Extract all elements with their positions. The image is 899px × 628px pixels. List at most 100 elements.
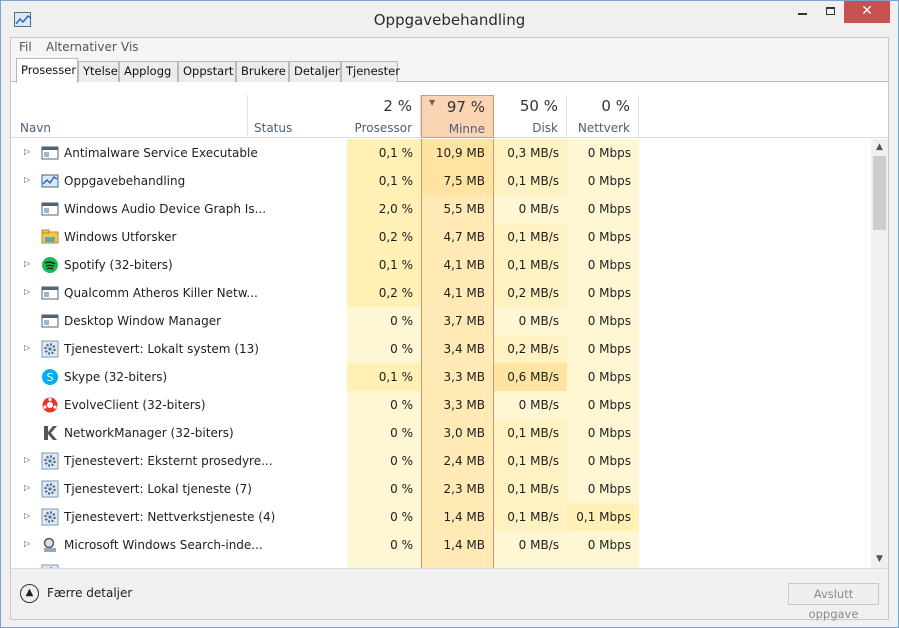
tab-app-history[interactable]: Applogg [119,61,178,82]
process-name: Microsoft Windows Search-inde... [64,538,263,552]
cpu-total: 2 % [383,97,412,115]
cpu-value: 0 % [347,307,421,335]
service-gear-icon [41,452,59,470]
app-window-icon [41,144,59,162]
task-manager-icon [41,172,59,190]
cpu-value: 0,2 % [347,279,421,307]
memory-value: 3,3 MB [421,391,494,419]
expand-chevron-icon[interactable]: ▷ [24,287,30,296]
client-area: Fil Alternativer Vis Prosesser Ytelse Ap… [10,37,889,621]
expand-chevron-icon[interactable]: ▷ [24,343,30,352]
network-value: 0 Mbps [567,447,639,475]
process-name: EvolveClient (32-biters) [64,398,206,412]
column-cpu[interactable]: 2 % Prosessor [347,95,421,138]
menu-file[interactable]: Fil [19,40,32,54]
memory-value: 4,1 MB [421,251,494,279]
process-row[interactable]: ▷ Tjenestevert: Lokal tjeneste (7) 0 % 2,3 … [11,475,871,503]
scroll-up-icon[interactable]: ▲ [871,139,888,156]
cpu-value: 0,1 % [347,167,421,195]
network-total: 0 % [601,97,630,115]
expand-chevron-icon[interactable]: ▷ [24,259,30,268]
process-row[interactable]: Windows Utforsker 0,2 % 4,7 MB 0,1 MB/s 0 Mb… [11,223,871,251]
process-row[interactable]: ▷ Qualcomm Atheros Killer Netw... 0,2 % 4,1… [11,279,871,307]
process-row[interactable]: ▷ Microsoft Windows Search-inde... 0 % 1,4 … [11,531,871,559]
column-network[interactable]: 0 % Nettverk [567,95,639,138]
expand-chevron-icon[interactable]: ▷ [24,175,30,184]
process-row[interactable]: ▷ Oppgavebehandling 0,1 % 7,5 MB 0,1 MB/s 0 M… [11,167,871,195]
chevron-up-icon[interactable]: ▲ [20,584,39,603]
tab-performance[interactable]: Ytelse [78,61,119,82]
fewer-details-link[interactable]: Færre detaljer [47,586,132,600]
process-row[interactable]: ▷ Tjenestevert: Nettverkstjeneste (4) 0 % 1… [11,503,871,531]
network-value: 0 Mbps [567,363,639,391]
disk-value: 0,3 MB/s [494,139,567,167]
minimize-button[interactable] [788,1,816,23]
process-row[interactable]: Windows Audio Device Graph Is... 2,0 % 5,5… [11,195,871,223]
memory-value: 4,1 MB [421,279,494,307]
network-value: 0,1 Mbps [567,503,639,531]
network-value: 0 Mbps [567,251,639,279]
menu-options[interactable]: Alternativer [46,40,117,54]
menu-view[interactable]: Vis [121,40,139,54]
memory-value: 5,5 MB [421,195,494,223]
app-window-icon [41,284,59,302]
process-row[interactable]: NetworkManager (32-biters) 0 % 3,0 MB 0,1 M… [11,419,871,447]
column-memory[interactable]: ▼ 97 % Minne [421,95,494,138]
column-status[interactable]: Status [254,121,292,135]
evolve-icon [41,396,59,414]
process-name: Spotify (32-biters) [64,258,173,272]
network-value: 0 Mbps [567,531,639,559]
process-name: NetworkManager (32-biters) [64,426,234,440]
tab-details[interactable]: Detaljer [289,61,341,82]
expand-chevron-icon[interactable]: ▷ [24,147,30,156]
scroll-down-icon[interactable]: ▼ [871,551,888,568]
maximize-button[interactable] [816,1,844,23]
title-bar[interactable]: Oppgavebehandling ✕ [1,1,898,38]
memory-value: 1,4 MB [421,531,494,559]
app-window-icon [41,200,59,218]
expand-chevron-icon[interactable]: ▷ [24,483,30,492]
scroll-thumb[interactable] [873,156,886,230]
process-row[interactable]: S Skype (32-biters) 0,1 % 3,3 MB 0,6 MB/s 0 M… [11,363,871,391]
tab-startup[interactable]: Oppstart [178,61,236,82]
process-row[interactable]: ▷ Antimalware Service Executable 0,1 % 10,9… [11,139,871,167]
memory-value: 1,4 MB [421,503,494,531]
menu-bar: Fil Alternativer Vis [11,38,888,56]
disk-value: 0,1 MB/s [494,447,567,475]
tab-users[interactable]: Brukere [236,61,289,82]
process-row[interactable]: ▷ Tjenestevert: Eksternt prosedyre... 0 % 2… [11,447,871,475]
network-manager-icon [41,424,59,442]
memory-value [421,559,494,568]
process-row[interactable]: ▷ Spotify (32-biters) 0,1 % 4,1 MB 0,1 MB/s 0… [11,251,871,279]
tab-services[interactable]: Tjenester [341,61,400,82]
process-name: Tjenestevert: Eksternt prosedyre... [64,454,273,468]
disk-value: 0,1 MB/s [494,167,567,195]
vertical-scrollbar[interactable]: ▲ ▼ [871,139,888,568]
cpu-value: 0 % [347,531,421,559]
column-name[interactable]: Navn [20,121,51,135]
column-divider [247,95,248,138]
network-value: 0 Mbps [567,307,639,335]
network-value: 0 Mbps [567,279,639,307]
cpu-value: 0,2 % [347,223,421,251]
tab-processes[interactable]: Prosesser [16,58,78,83]
disk-value: 0 MB/s [494,531,567,559]
memory-value: 2,4 MB [421,447,494,475]
process-row[interactable]: ▷ Tjenestevert: Lokalt system (13) 0 % 3,4 … [11,335,871,363]
expand-chevron-icon[interactable]: ▷ [24,511,30,520]
expand-chevron-icon[interactable]: ▷ [24,455,30,464]
task-manager-window: Oppgavebehandling ✕ Fil Alternativer Vis… [0,0,899,628]
close-button[interactable]: ✕ [844,1,890,23]
process-name: Tjenestevert: Lokal tjeneste (7) [64,482,252,496]
cpu-value: 0,1 % [347,363,421,391]
process-list: ▷ Antimalware Service Executable 0,1 % 10,9… [11,139,871,568]
end-task-button[interactable]: Avslutt oppgave [788,583,879,621]
process-row[interactable]: Desktop Window Manager 0 % 3,7 MB 0 MB/s 0 M… [11,307,871,335]
process-row[interactable]: ▷ [11,559,871,568]
column-disk[interactable]: 50 % Disk [494,95,567,138]
disk-value: 0,1 MB/s [494,419,567,447]
expand-chevron-icon[interactable]: ▷ [24,539,30,548]
disk-value: 0,1 MB/s [494,503,567,531]
process-row[interactable]: EvolveClient (32-biters) 0 % 3,3 MB 0 MB/s 0… [11,391,871,419]
network-value: 0 Mbps [567,391,639,419]
